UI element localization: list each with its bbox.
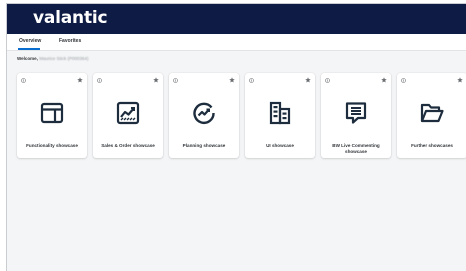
tab-favorites[interactable]: Favorites: [59, 38, 81, 44]
tile-title: BW Live Commenting showcase: [332, 143, 380, 154]
tile-planning-showcase[interactable]: Planning showcase: [169, 73, 239, 158]
valantic-logo[interactable]: valantic: [33, 8, 108, 28]
star-icon[interactable]: [229, 77, 235, 83]
app-layout-icon: [40, 102, 64, 124]
tile-title: Sales & Order showcase: [101, 143, 155, 148]
tile-title: Functionality showcase: [26, 143, 78, 148]
info-icon[interactable]: [325, 78, 330, 83]
info-icon[interactable]: [173, 78, 178, 83]
welcome-message: Welcome, Maurice Stick (P000364): [17, 56, 88, 61]
folder-open-icon: [420, 103, 444, 123]
launchpad-frame: valantic Overview Favorites Welcome, Mau…: [6, 3, 466, 271]
building-icon: [269, 101, 291, 125]
tile-further-showcases[interactable]: Further showcases: [397, 73, 466, 158]
active-tab-indicator: [18, 48, 40, 50]
star-icon[interactable]: [381, 77, 387, 83]
tile-ui-showcase[interactable]: UI showcase: [245, 73, 315, 158]
tile-sales-order-showcase[interactable]: Sales & Order showcase: [93, 73, 163, 158]
tile-title: Planning showcase: [182, 143, 226, 148]
info-icon[interactable]: [97, 78, 102, 83]
star-icon[interactable]: [77, 77, 83, 83]
tile-title: Further showcases: [411, 143, 453, 148]
star-icon[interactable]: [153, 77, 159, 83]
tile-title: UI showcase: [266, 143, 294, 148]
info-icon[interactable]: [401, 78, 406, 83]
line-chart-icon: [116, 101, 140, 125]
tab-bar: Overview Favorites: [7, 34, 466, 51]
tab-overview[interactable]: Overview: [19, 38, 41, 44]
tile-functionality-showcase[interactable]: Functionality showcase: [17, 73, 87, 158]
star-icon[interactable]: [457, 77, 463, 83]
shell-bar: valantic: [7, 4, 466, 34]
info-icon[interactable]: [21, 78, 26, 83]
info-icon[interactable]: [249, 78, 254, 83]
star-icon[interactable]: [305, 77, 311, 83]
user-name: Maurice Stick (P000364): [39, 56, 89, 61]
welcome-prefix: Welcome,: [17, 56, 38, 61]
tile-bw-live-commenting-showcase[interactable]: BW Live Commenting showcase: [321, 73, 391, 158]
trend-circle-icon: [193, 102, 215, 125]
comment-icon: [345, 102, 367, 124]
